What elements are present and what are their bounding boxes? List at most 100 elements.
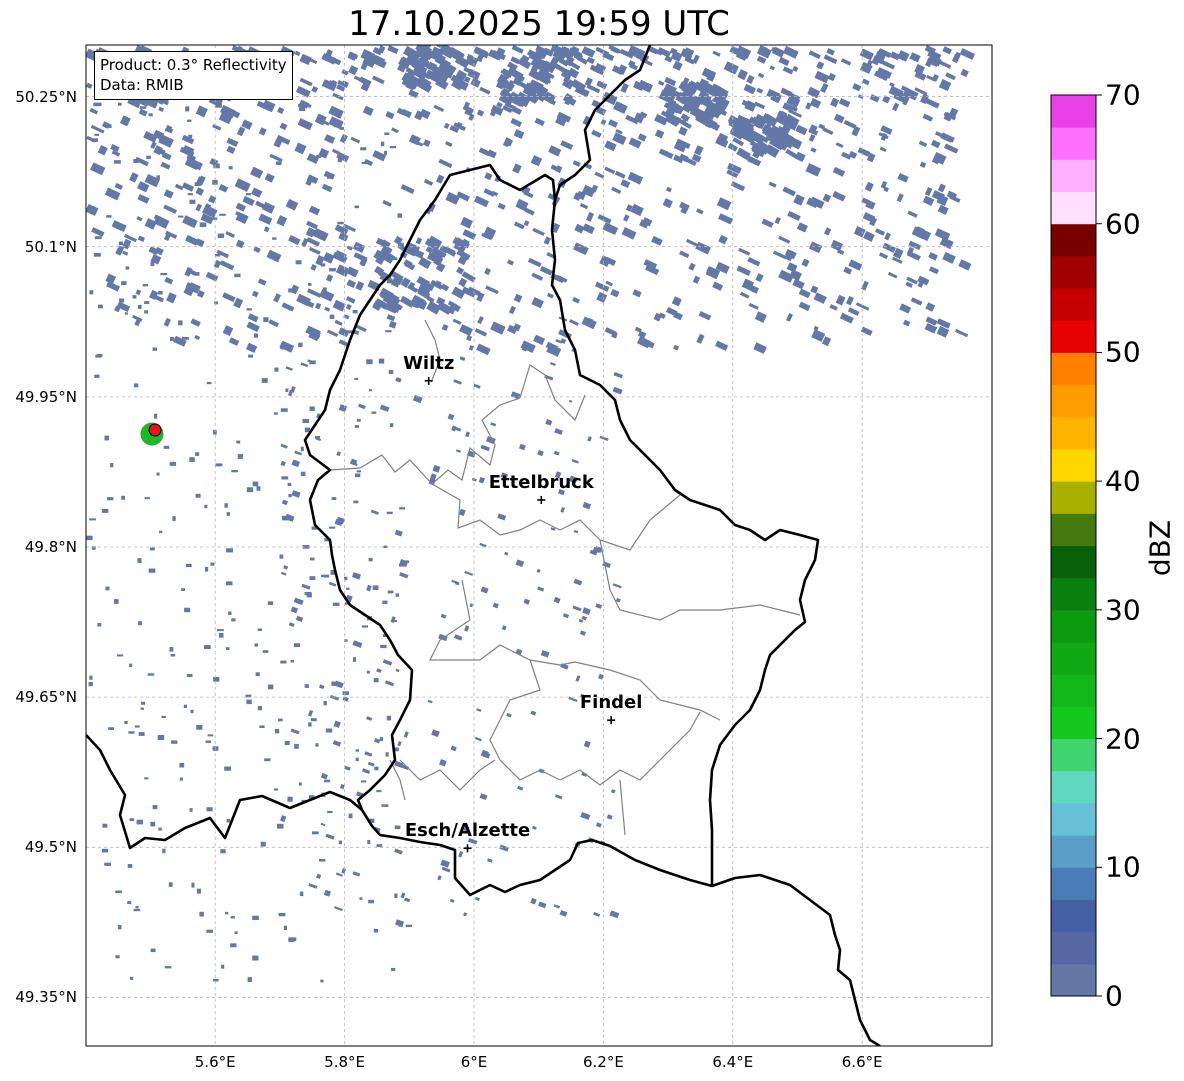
radar-echo <box>138 732 145 736</box>
colorbar <box>1050 94 1102 997</box>
radar-echo <box>319 859 326 862</box>
radar-echo <box>299 106 305 111</box>
colorbar-tick-label: 40 <box>1105 464 1141 498</box>
radar-echo <box>367 840 371 845</box>
radar-echo <box>302 418 309 423</box>
radar-echo <box>245 193 251 196</box>
radar-echo <box>333 122 339 128</box>
radar-echo <box>294 743 299 749</box>
radar-echo <box>161 715 166 718</box>
radar-echo <box>384 150 387 155</box>
radar-echo <box>254 643 258 647</box>
colorbar-segment <box>1051 931 1096 965</box>
radar-echo <box>139 106 147 109</box>
radar-echo <box>226 581 233 586</box>
radar-echo <box>366 670 370 674</box>
radar-echo <box>399 507 406 510</box>
colorbar-tick-label: 20 <box>1105 722 1141 756</box>
radar-echo <box>156 175 160 180</box>
radar-echo <box>213 978 219 982</box>
radar-echo <box>273 412 278 415</box>
radar-echo <box>397 213 403 218</box>
radar-echo <box>144 497 150 500</box>
radar-echo <box>246 487 254 493</box>
map-plot-area <box>86 45 992 1046</box>
radar-echo <box>195 493 201 498</box>
radar-echo <box>287 796 293 802</box>
radar-echo <box>385 752 389 757</box>
radar-echo <box>92 138 98 142</box>
radar-echo <box>307 282 312 286</box>
radar-echo <box>117 654 124 657</box>
radar-echo <box>127 864 133 868</box>
radar-echo <box>226 512 230 516</box>
radar-echo <box>372 585 379 590</box>
radar-echo <box>106 497 114 501</box>
radar-echo <box>144 777 149 780</box>
radar-echo <box>160 272 168 276</box>
radar-echo <box>101 508 109 513</box>
radar-echo <box>279 554 284 559</box>
radar-echo <box>140 707 144 710</box>
radar-echo <box>136 819 143 825</box>
radar-echo <box>280 408 288 412</box>
radar-echo <box>194 182 201 186</box>
radar-echo <box>315 743 319 747</box>
city-label: Wiltz <box>403 352 455 374</box>
radar-echo <box>386 511 393 515</box>
radar-echo <box>257 628 263 631</box>
radar-echo <box>381 141 385 147</box>
radar-echo <box>210 562 215 566</box>
radar-echo <box>217 233 225 238</box>
colorbar-tick-label: 70 <box>1105 78 1141 112</box>
radar-echo <box>98 304 103 309</box>
radar-echo <box>189 457 195 462</box>
radar-echo <box>359 897 363 900</box>
radar-echo <box>129 976 134 980</box>
radar-echo <box>348 813 353 819</box>
radar-echo <box>147 673 155 676</box>
radar-echo <box>105 586 110 591</box>
radar-echo <box>247 199 253 202</box>
radar-echo <box>394 893 398 898</box>
radar-echo <box>117 925 122 930</box>
radar-echo <box>371 411 377 414</box>
radar-echo <box>152 805 158 810</box>
radar-echo <box>158 136 164 141</box>
radar-echo <box>389 146 397 149</box>
radar-echo <box>234 273 241 278</box>
radar-echo <box>129 818 135 821</box>
colorbar-segment <box>1051 223 1096 257</box>
radar-echo <box>171 740 178 744</box>
radar-echo <box>93 102 101 107</box>
colorbar-segment <box>1051 609 1096 643</box>
radar-echo <box>133 383 139 388</box>
radar-echo <box>374 766 379 771</box>
radar-echo <box>132 295 137 299</box>
radar-echo <box>115 890 122 894</box>
radar-echo <box>267 684 274 690</box>
radar-echo <box>196 724 203 730</box>
colorbar-segment <box>1051 577 1096 611</box>
radar-echo <box>248 354 254 358</box>
radar-echo <box>135 906 139 909</box>
radar-echo <box>186 119 192 122</box>
radar-echo <box>253 333 258 338</box>
radar-echo <box>188 134 193 139</box>
radar-echo <box>310 718 317 722</box>
radar-echo <box>382 600 388 604</box>
colorbar-segment <box>1051 320 1096 353</box>
radar-echo <box>278 718 283 722</box>
radar-echo <box>300 446 304 452</box>
radar-echo <box>368 557 373 562</box>
radar-echo <box>185 106 190 112</box>
radar-echo <box>124 721 128 724</box>
radar-site-marker <box>140 422 164 446</box>
colorbar-segment <box>1051 95 1096 128</box>
radar-echo <box>228 166 233 170</box>
radar-echo <box>199 222 207 228</box>
radar-echo <box>213 676 220 682</box>
radar-echo <box>190 709 194 714</box>
radar-echo <box>207 734 214 737</box>
radar-echo <box>225 647 230 650</box>
